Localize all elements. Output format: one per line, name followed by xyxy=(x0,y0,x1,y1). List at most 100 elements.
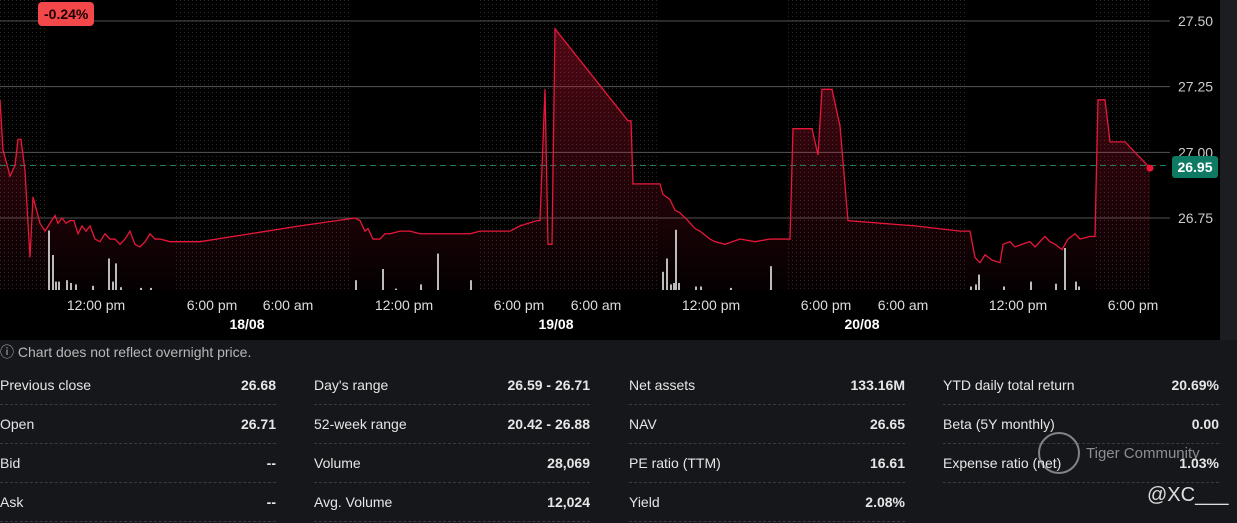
date-label: 19/08 xyxy=(538,316,573,332)
x-tick-label: 12:00 pm xyxy=(989,297,1047,313)
volume-bar xyxy=(75,284,77,290)
volume-bar xyxy=(1064,248,1066,290)
volume-bar xyxy=(1055,283,1057,290)
stat-label: Volume xyxy=(314,455,361,471)
volume-bar xyxy=(140,287,142,290)
volume-bar xyxy=(382,269,384,290)
volume-bar xyxy=(150,287,152,290)
volume-bar xyxy=(48,230,50,290)
volume-bar xyxy=(108,258,110,290)
volume-bar xyxy=(670,284,672,290)
stat-row: PE ratio (TTM) 16.61 xyxy=(629,444,905,483)
stats-column: Net assets 133.16M NAV 26.65 PE ratio (TTM) 1… xyxy=(629,366,905,522)
stat-label: 52-week range xyxy=(314,416,407,432)
x-tick-label: 12:00 pm xyxy=(67,297,125,313)
volume-bar xyxy=(52,255,54,290)
date-label: 18/08 xyxy=(229,316,264,332)
stat-row: 52-week range 20.42 - 26.88 xyxy=(314,405,590,444)
stat-row: Open 26.71 xyxy=(0,405,276,444)
stat-label: NAV xyxy=(629,416,657,432)
stat-value: 2.08% xyxy=(865,494,905,510)
stat-label: PE ratio (TTM) xyxy=(629,455,721,471)
last-price-dot xyxy=(1146,164,1154,172)
volume-bar xyxy=(70,283,72,290)
scrollbar[interactable] xyxy=(1220,0,1237,340)
stats-column: Day's range 26.59 - 26.71 52-week range 20.… xyxy=(314,366,590,522)
stat-value: 26.59 - 26.71 xyxy=(507,377,590,393)
overnight-note: ⓘ Chart does not reflect overnight price… xyxy=(0,344,252,360)
stats-column: Previous close 26.68 Open 26.71 Bid -- Ask -- xyxy=(0,366,276,522)
x-tick-label: 6:00 pm xyxy=(494,297,545,313)
watermark-text: Tiger Community xyxy=(1086,444,1200,462)
stat-label: Beta (5Y monthly) xyxy=(943,416,1055,432)
stat-row: Day's range 26.59 - 26.71 xyxy=(314,366,590,405)
volume-bar xyxy=(58,281,60,290)
change-badge: -0.24% xyxy=(38,2,95,26)
stat-row: NAV 26.65 xyxy=(629,405,905,444)
volume-bar xyxy=(970,286,972,290)
volume-bar xyxy=(730,287,732,290)
stat-label: Open xyxy=(0,416,35,432)
volume-bar xyxy=(666,258,668,290)
stat-value: 16.61 xyxy=(869,455,905,471)
volume-bar xyxy=(55,281,57,290)
stat-value: 20.42 - 26.88 xyxy=(507,416,590,432)
volume-bar xyxy=(700,286,702,290)
stat-value: 26.71 xyxy=(240,416,276,432)
volume-bar xyxy=(978,274,980,290)
stat-label: Day's range xyxy=(314,377,389,393)
x-tick-label: 6:00 am xyxy=(878,297,929,313)
volume-bar xyxy=(673,283,675,290)
stat-value: 28,069 xyxy=(547,455,590,471)
x-tick-label: 6:00 pm xyxy=(1108,297,1159,313)
volume-bar xyxy=(678,283,680,290)
stat-value: 26.65 xyxy=(869,416,905,432)
volume-bar xyxy=(470,280,472,290)
volume-bar xyxy=(437,253,439,290)
volume-bar xyxy=(662,271,664,290)
tiger-logo-icon xyxy=(1038,432,1080,474)
price-chart[interactable]: 27.50 27.25 27.00 26.75 12:00 pm 6:00 pm 6:00 … xyxy=(0,0,1220,340)
volume-bar xyxy=(770,266,772,290)
stat-label: Bid xyxy=(0,455,21,471)
volume-bar xyxy=(1078,286,1080,290)
stat-label: Previous close xyxy=(0,377,92,393)
stat-row: Avg. Volume 12,024 xyxy=(314,483,590,522)
volume-bar xyxy=(1075,281,1077,290)
x-tick-label: 6:00 am xyxy=(571,297,622,313)
stat-value: 133.16M xyxy=(850,377,905,393)
y-tick-label: 26.75 xyxy=(1178,210,1213,226)
x-tick-label: 12:00 pm xyxy=(375,297,433,313)
stat-label: YTD daily total return xyxy=(943,377,1075,393)
volume-bar xyxy=(92,285,94,290)
stat-value: 26.68 xyxy=(240,377,276,393)
stat-label: Net assets xyxy=(629,377,696,393)
volume-bar xyxy=(395,288,397,290)
volume-bar xyxy=(975,284,977,290)
volume-bar xyxy=(66,280,68,290)
stat-label: Ask xyxy=(0,494,24,510)
stat-label: Avg. Volume xyxy=(314,494,393,510)
stat-row: Ask -- xyxy=(0,483,276,522)
volume-bar xyxy=(355,280,357,290)
date-label: 20/08 xyxy=(844,316,879,332)
y-tick-label: 27.25 xyxy=(1178,79,1213,95)
volume-bar xyxy=(1030,281,1032,290)
volume-bar xyxy=(695,286,697,290)
volume-bar xyxy=(115,263,117,290)
stat-row: Bid -- xyxy=(0,444,276,483)
chart-canvas: 27.5027.2527.0026.7512:00 pm 6:00 pm 6:00 … xyxy=(0,0,1213,332)
stat-value: 0.00 xyxy=(1191,416,1219,432)
watermark: Tiger Community xyxy=(1038,432,1200,474)
stat-row: Previous close 26.68 xyxy=(0,366,276,405)
stat-row: Volume 28,069 xyxy=(314,444,590,483)
watermark-handle: @XC___ xyxy=(1147,484,1229,506)
volume-bar xyxy=(1003,286,1005,290)
stat-label: Yield xyxy=(629,494,660,510)
x-tick-label: 6:00 am xyxy=(263,297,314,313)
stat-value: 12,024 xyxy=(547,494,590,510)
volume-bar xyxy=(120,287,122,290)
stat-row: Net assets 133.16M xyxy=(629,366,905,405)
x-tick-label: 6:00 pm xyxy=(801,297,852,313)
stat-row: YTD daily total return 20.69% xyxy=(943,366,1219,405)
